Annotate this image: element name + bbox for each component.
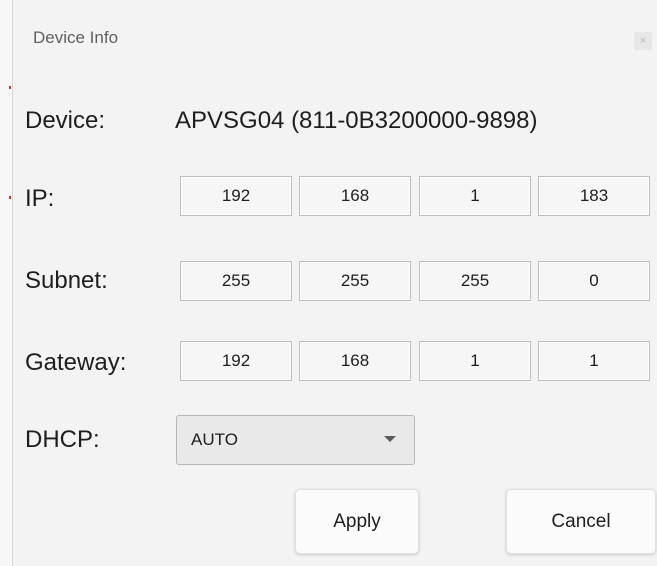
close-button[interactable]: × — [634, 32, 652, 50]
close-icon: × — [639, 35, 647, 47]
edge-marker — [9, 196, 11, 199]
device-value: APVSG04 (811-0B3200000-9898) — [175, 107, 538, 134]
dhcp-dropdown[interactable]: AUTO — [176, 415, 415, 465]
cancel-button[interactable]: Cancel — [506, 489, 656, 554]
subnet-octet-4-field[interactable]: 0 — [538, 261, 650, 301]
gateway-label: Gateway: — [25, 349, 127, 376]
dhcp-selected-value: AUTO — [191, 430, 238, 449]
chevron-down-icon — [384, 436, 396, 442]
ip-octet-1-field[interactable]: 192 — [180, 176, 292, 216]
ip-label: IP: — [25, 185, 55, 212]
window-left-edge — [0, 0, 12, 566]
subnet-octet-1-field[interactable]: 255 — [180, 261, 292, 301]
device-label: Device: — [25, 107, 106, 134]
ip-octet-4-field[interactable]: 183 — [538, 176, 650, 216]
gateway-octet-2-field[interactable]: 168 — [299, 341, 411, 381]
device-info-dialog: Device Info × Device: APVSG04 (811-0B320… — [12, 0, 657, 566]
subnet-label: Subnet: — [25, 267, 108, 294]
title-bar: Device Info × — [13, 0, 657, 80]
edge-marker — [9, 86, 11, 89]
subnet-octet-3-field[interactable]: 255 — [419, 261, 531, 301]
ip-octet-2-field[interactable]: 168 — [299, 176, 411, 216]
ip-octet-3-field[interactable]: 1 — [419, 176, 531, 216]
gateway-octet-4-field[interactable]: 1 — [538, 341, 650, 381]
dhcp-label: DHCP: — [25, 426, 100, 453]
subnet-octet-2-field[interactable]: 255 — [299, 261, 411, 301]
gateway-octet-1-field[interactable]: 192 — [180, 341, 292, 381]
apply-button[interactable]: Apply — [295, 489, 419, 554]
gateway-octet-3-field[interactable]: 1 — [419, 341, 531, 381]
dialog-title: Device Info — [33, 28, 119, 47]
